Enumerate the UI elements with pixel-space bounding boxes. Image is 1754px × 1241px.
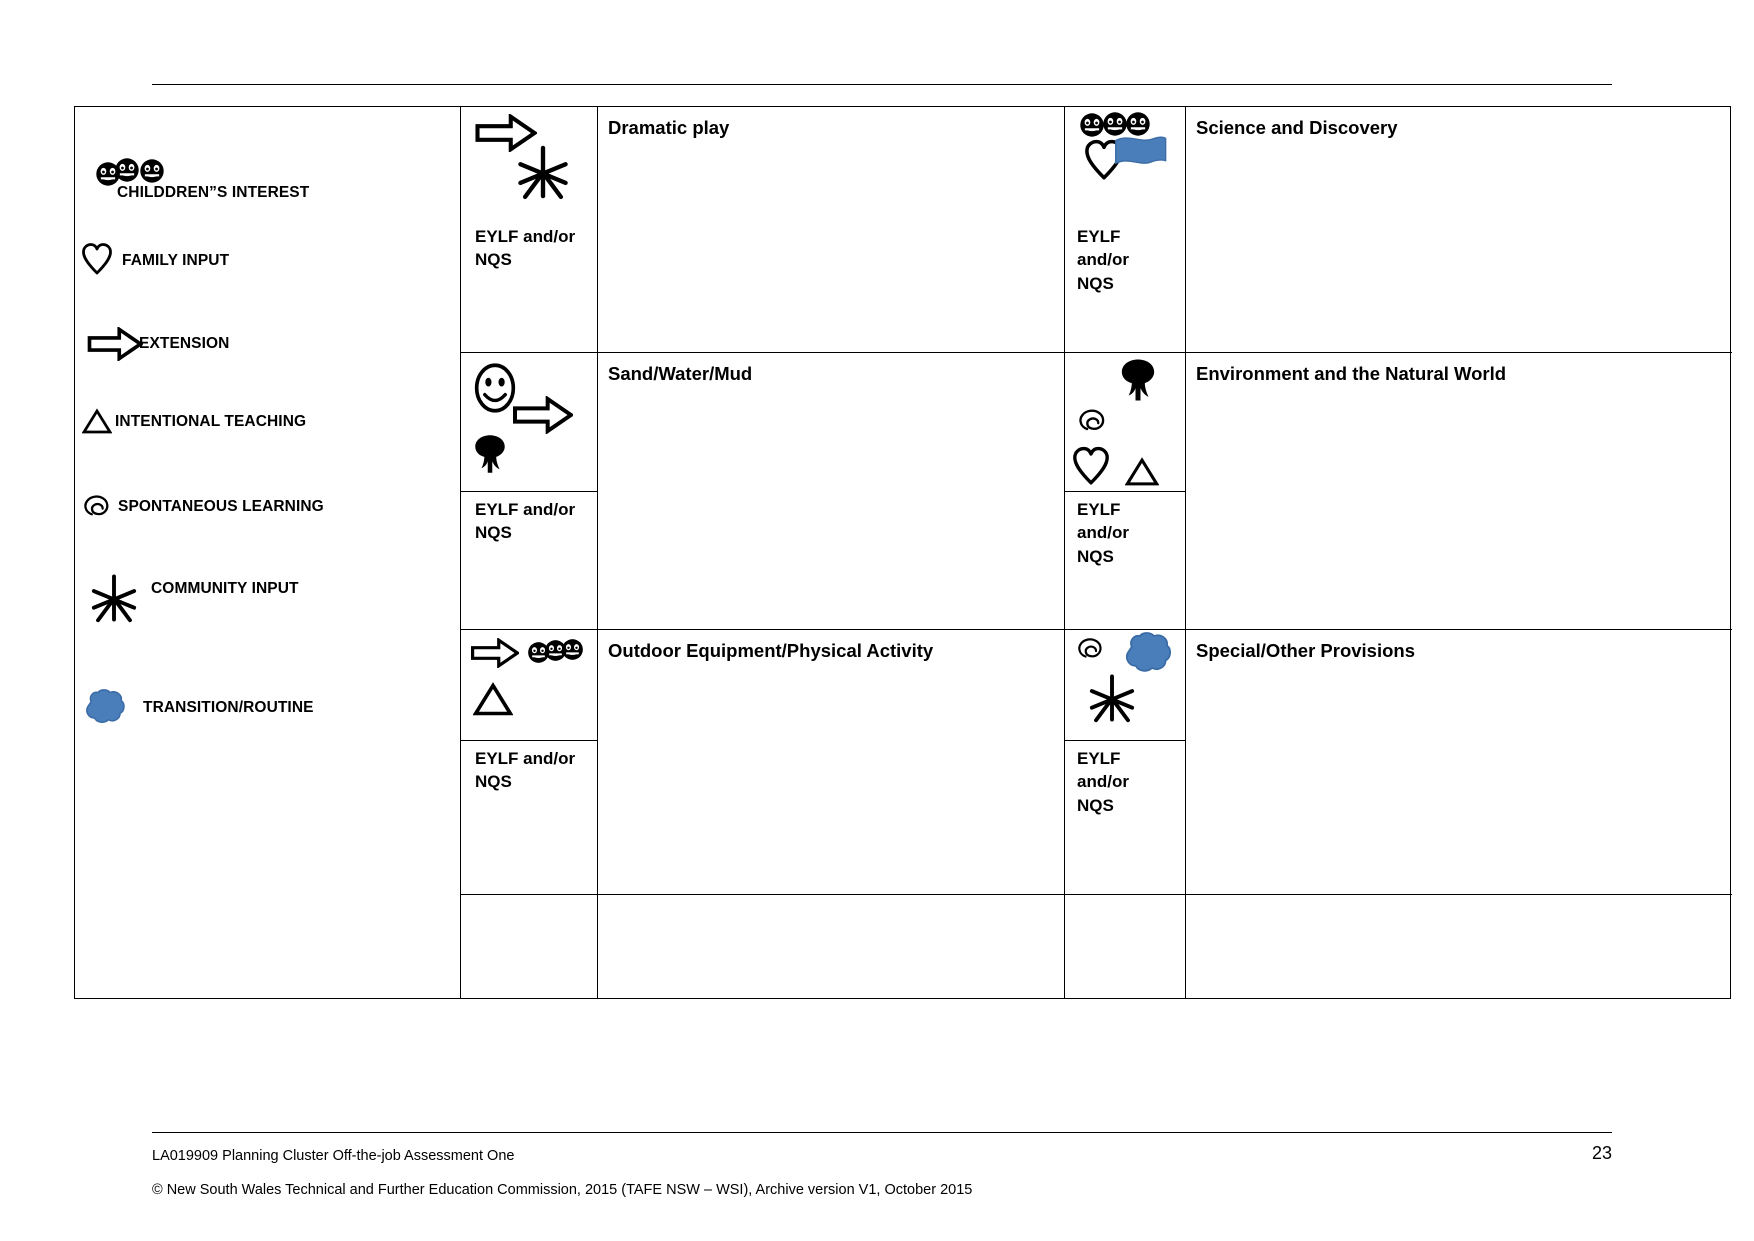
footer-divider <box>152 1132 1612 1133</box>
star-icon <box>515 143 571 206</box>
document-page: CHILDDREN”S INTEREST FAMILY INPUT EXTENS… <box>0 0 1754 1241</box>
arrow-right-icon <box>471 638 519 673</box>
arrow-right-icon <box>513 396 573 439</box>
smiley-face-icon <box>473 361 517 420</box>
row-1-right-icon-cell: EYLF and/or NQS <box>1064 107 1185 352</box>
topic-label: Sand/Water/Mud <box>608 363 753 384</box>
row-1-right-topic-cell: Science and Discovery <box>1185 107 1732 352</box>
topic-label: Special/Other Provisions <box>1196 640 1415 661</box>
arrow-right-icon <box>87 327 145 361</box>
footer-copyright: © New South Wales Technical and Further … <box>152 1182 973 1198</box>
legend-item-label: EXTENSION <box>139 335 230 352</box>
row-1-left-topic-cell: Dramatic play <box>597 107 1064 352</box>
legend-column: CHILDDREN”S INTEREST FAMILY INPUT EXTENS… <box>75 107 460 998</box>
row-1-left-icon-cell: EYLF and/or NQS <box>460 107 597 352</box>
triangle-icon <box>473 682 513 722</box>
row-4-left-topic-cell <box>597 894 1064 998</box>
row-2-right-icons <box>1065 353 1185 491</box>
eylf-nqs-label: EYLF and/or NQS <box>1077 227 1129 293</box>
topic-label: Environment and the Natural World <box>1196 363 1507 384</box>
legend-item-label: TRANSITION/ROUTINE <box>143 699 314 716</box>
legend-item-label: FAMILY INPUT <box>122 252 230 269</box>
row-2-right-topic-cell: Environment and the Natural World <box>1185 352 1732 629</box>
spiral-icon <box>83 493 115 520</box>
legend-item-intentional-teaching: INTENTIONAL TEACHING <box>82 408 306 436</box>
star-icon <box>89 572 143 628</box>
row-2-right-icon-cell: EYLF and/or NQS <box>1064 352 1185 629</box>
row-2-left-icons <box>461 353 597 491</box>
topic-label: Science and Discovery <box>1196 117 1398 138</box>
spiral-icon <box>1078 407 1110 439</box>
legend-item-extension: EXTENSION <box>87 327 229 361</box>
legend-item-label: INTENTIONAL TEACHING <box>115 413 307 430</box>
row-3-left-icons <box>461 630 597 740</box>
legend-item-spontaneous-learning: SPONTANEOUS LEARNING <box>83 493 324 520</box>
eylf-nqs-label: EYLF and/or NQS <box>475 227 576 270</box>
row-3-right-topic-cell: Special/Other Provisions <box>1185 629 1732 894</box>
triangle-icon <box>82 408 114 436</box>
spiral-icon <box>1077 636 1107 666</box>
footer-document-title: LA019909 Planning Cluster Off-the-job As… <box>152 1148 515 1164</box>
triangle-icon <box>1125 457 1159 492</box>
row-1-right-icons <box>1065 107 1185 219</box>
row-2-left-icon-cell: EYLF and/or NQS <box>460 352 597 629</box>
row-3-right-icons <box>1065 630 1185 740</box>
legend-item-family-input: FAMILY INPUT <box>82 243 229 279</box>
tree-icon <box>1119 357 1157 408</box>
legend-label-childrens-interest: CHILDDREN”S INTEREST <box>117 184 309 202</box>
row-1-left-icons <box>461 107 597 219</box>
row-4-left-icon-cell <box>460 894 597 998</box>
legend-item-label: COMMUNITY INPUT <box>151 580 299 597</box>
eylf-nqs-label: EYLF and/or NQS <box>461 740 597 794</box>
row-4-right-icon-cell <box>1064 894 1185 998</box>
heart-icon <box>82 243 116 279</box>
topic-label: Dramatic play <box>608 117 730 138</box>
tree-icon <box>473 433 507 480</box>
row-3-left-icon-cell: EYLF and/or NQS <box>460 629 597 894</box>
eylf-nqs-label: EYLF and/or NQS <box>461 491 597 545</box>
row-3-right-icon-cell: EYLF and/or NQS <box>1064 629 1185 894</box>
three-faces-icon <box>527 638 597 666</box>
header-divider <box>152 84 1612 85</box>
row-2-left-topic-cell: Sand/Water/Mud <box>597 352 1064 629</box>
topic-label: Outdoor Equipment/Physical Activity <box>608 640 934 661</box>
row-4-right-topic-cell <box>1185 894 1732 998</box>
eylf-nqs-label: EYLF and/or NQS <box>1065 491 1185 568</box>
planning-cluster-table: CHILDDREN”S INTEREST FAMILY INPUT EXTENS… <box>74 106 1732 999</box>
blue-flag-icon <box>1113 135 1167 178</box>
legend-item-transition-routine: TRANSITION/ROUTINE <box>83 689 314 727</box>
legend-item-label: CHILDDREN”S INTEREST <box>117 184 310 201</box>
star-icon <box>1087 672 1137 729</box>
legend-item-label: SPONTANEOUS LEARNING <box>118 497 324 515</box>
heart-icon <box>1073 446 1109 491</box>
page-number: 23 <box>1591 1143 1612 1163</box>
eylf-nqs-label: EYLF and/or NQS <box>1065 740 1185 817</box>
blue-blob-icon <box>83 689 131 727</box>
legend-item-community-input: COMMUNITY INPUT <box>89 572 299 628</box>
row-3-left-topic-cell: Outdoor Equipment/Physical Activity <box>597 629 1064 894</box>
